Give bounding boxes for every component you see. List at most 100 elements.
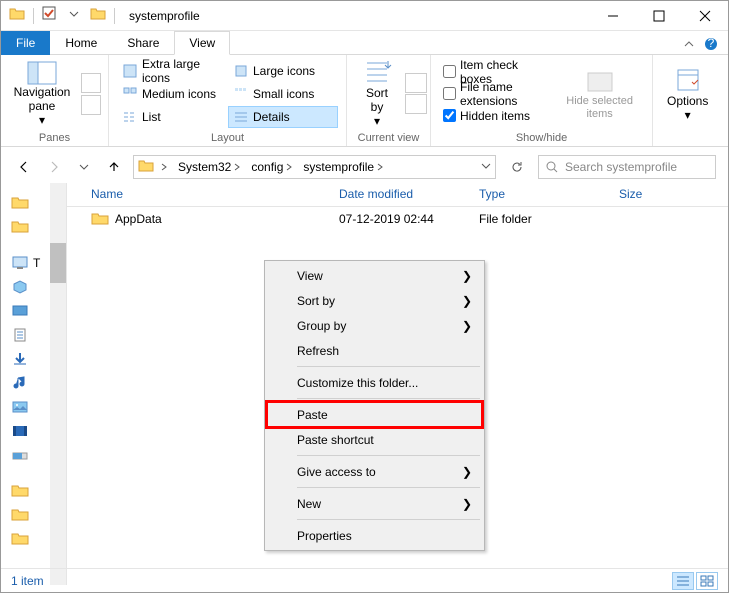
col-date[interactable]: Date modified <box>331 183 471 206</box>
view-details-button[interactable] <box>672 572 694 590</box>
window-controls <box>590 1 728 31</box>
ctx-paste[interactable]: Paste <box>267 402 482 427</box>
tab-file[interactable]: File <box>1 31 50 55</box>
ctx-sortby[interactable]: Sort by❯ <box>267 288 482 313</box>
layout-details[interactable]: Details <box>228 106 338 128</box>
ctx-separator <box>297 455 480 456</box>
ribbon: Navigation pane ▾ Panes Extra large icon… <box>1 55 728 147</box>
folder-icon <box>138 159 154 176</box>
breadcrumb-seg[interactable]: System32 <box>174 160 245 174</box>
ctx-give-access[interactable]: Give access to❯ <box>267 459 482 484</box>
search-input[interactable]: Search systemprofile <box>538 155 716 179</box>
submenu-arrow-icon: ❯ <box>462 465 472 479</box>
item-count: 1 item <box>11 574 44 588</box>
preview-pane-button[interactable] <box>81 73 101 93</box>
layout-list[interactable]: List <box>117 106 227 128</box>
minimize-button[interactable] <box>590 1 636 31</box>
address-bar: System32 config systemprofile Search sys… <box>1 151 728 183</box>
breadcrumb-seg[interactable]: config <box>247 160 297 174</box>
collapse-ribbon-icon[interactable] <box>682 37 696 54</box>
tree-scrollbar[interactable] <box>50 183 66 585</box>
tab-home[interactable]: Home <box>50 31 112 55</box>
svg-text:?: ? <box>708 37 715 50</box>
options-label: Options <box>667 94 708 108</box>
details-pane-button[interactable] <box>81 95 101 115</box>
qat-separator <box>114 8 115 24</box>
navigation-pane-button[interactable]: Navigation pane ▾ <box>7 60 77 126</box>
chevron-down-icon: ▾ <box>39 113 45 127</box>
folder-icon <box>9 6 25 25</box>
qat-separator <box>33 8 34 24</box>
size-columns-button[interactable] <box>405 94 427 114</box>
ctx-separator <box>297 487 480 488</box>
breadcrumb-seg[interactable] <box>156 163 172 171</box>
context-menu: View❯ Sort by❯ Group by❯ Refresh Customi… <box>264 260 485 551</box>
sort-by-button[interactable]: Sort by ▾ <box>353 59 401 127</box>
ctx-paste-shortcut[interactable]: Paste shortcut <box>267 427 482 452</box>
panes-group-label: Panes <box>1 132 108 146</box>
add-columns-button[interactable] <box>405 73 427 93</box>
search-icon <box>545 160 559 174</box>
chevron-down-icon: ▾ <box>685 108 691 122</box>
ctx-customize[interactable]: Customize this folder... <box>267 370 482 395</box>
nav-tree[interactable]: T <box>1 183 67 585</box>
maximize-button[interactable] <box>636 1 682 31</box>
folder-icon <box>90 6 106 25</box>
submenu-arrow-icon: ❯ <box>462 319 472 333</box>
filename-extensions-toggle[interactable]: File name extensions <box>443 83 547 105</box>
layout-group-label: Layout <box>109 132 346 146</box>
hide-selected-label: Hide selected items <box>561 95 638 119</box>
address-dropdown-icon[interactable] <box>481 160 491 174</box>
ctx-properties[interactable]: Properties <box>267 523 482 548</box>
submenu-arrow-icon: ❯ <box>462 269 472 283</box>
ctx-refresh[interactable]: Refresh <box>267 338 482 363</box>
sort-by-label: Sort by <box>361 87 393 113</box>
ctx-separator <box>297 366 480 367</box>
col-type[interactable]: Type <box>471 183 611 206</box>
help-icon[interactable]: ? <box>704 37 718 54</box>
ctx-new[interactable]: New❯ <box>267 491 482 516</box>
ctx-separator <box>297 519 480 520</box>
breadcrumb-seg[interactable]: systemprofile <box>299 160 388 174</box>
ctx-separator <box>297 398 480 399</box>
back-button[interactable] <box>13 156 35 178</box>
column-headers: Name Date modified Type Size <box>67 183 728 207</box>
nav-pane-label: Navigation pane <box>7 86 77 112</box>
ribbon-tabs: File Home Share View ? <box>1 31 728 55</box>
up-button[interactable] <box>103 156 125 178</box>
window-title: systemprofile <box>123 9 200 23</box>
tab-share[interactable]: Share <box>112 31 174 55</box>
layout-medium[interactable]: Medium icons <box>117 83 227 105</box>
layout-large[interactable]: Large icons <box>228 60 338 82</box>
options-button[interactable]: Options ▾ <box>659 66 716 122</box>
layout-options: Extra large icons Large icons Medium ico… <box>117 60 338 128</box>
quick-access-toolbar <box>1 6 123 25</box>
hide-selected-button[interactable]: Hide selected items <box>553 67 646 119</box>
ctx-groupby[interactable]: Group by❯ <box>267 313 482 338</box>
recent-dropdown[interactable] <box>73 156 95 178</box>
file-row[interactable]: AppData 07-12-2019 02:44 File folder <box>67 207 728 231</box>
search-placeholder: Search systemprofile <box>565 160 677 174</box>
qat-dropdown-icon[interactable] <box>66 6 82 25</box>
view-large-button[interactable] <box>696 572 718 590</box>
folder-icon <box>91 212 109 226</box>
currentview-group-label: Current view <box>347 132 430 146</box>
breadcrumb[interactable]: System32 config systemprofile <box>133 155 496 179</box>
col-size[interactable]: Size <box>611 183 691 206</box>
titlebar: systemprofile <box>1 1 728 31</box>
forward-button[interactable] <box>43 156 65 178</box>
qat-checkbox-icon[interactable] <box>42 6 58 25</box>
ctx-view[interactable]: View❯ <box>267 263 482 288</box>
col-name[interactable]: Name <box>67 183 331 206</box>
status-bar: 1 item <box>1 568 728 592</box>
refresh-button[interactable] <box>504 155 530 179</box>
chevron-down-icon: ▾ <box>374 114 380 128</box>
showhide-group-label: Show/hide <box>431 132 652 146</box>
tab-view[interactable]: View <box>174 31 230 55</box>
layout-extra-large[interactable]: Extra large icons <box>117 60 227 82</box>
close-button[interactable] <box>682 1 728 31</box>
layout-small[interactable]: Small icons <box>228 83 338 105</box>
submenu-arrow-icon: ❯ <box>462 497 472 511</box>
hidden-items-toggle[interactable]: Hidden items <box>443 105 547 127</box>
submenu-arrow-icon: ❯ <box>462 294 472 308</box>
